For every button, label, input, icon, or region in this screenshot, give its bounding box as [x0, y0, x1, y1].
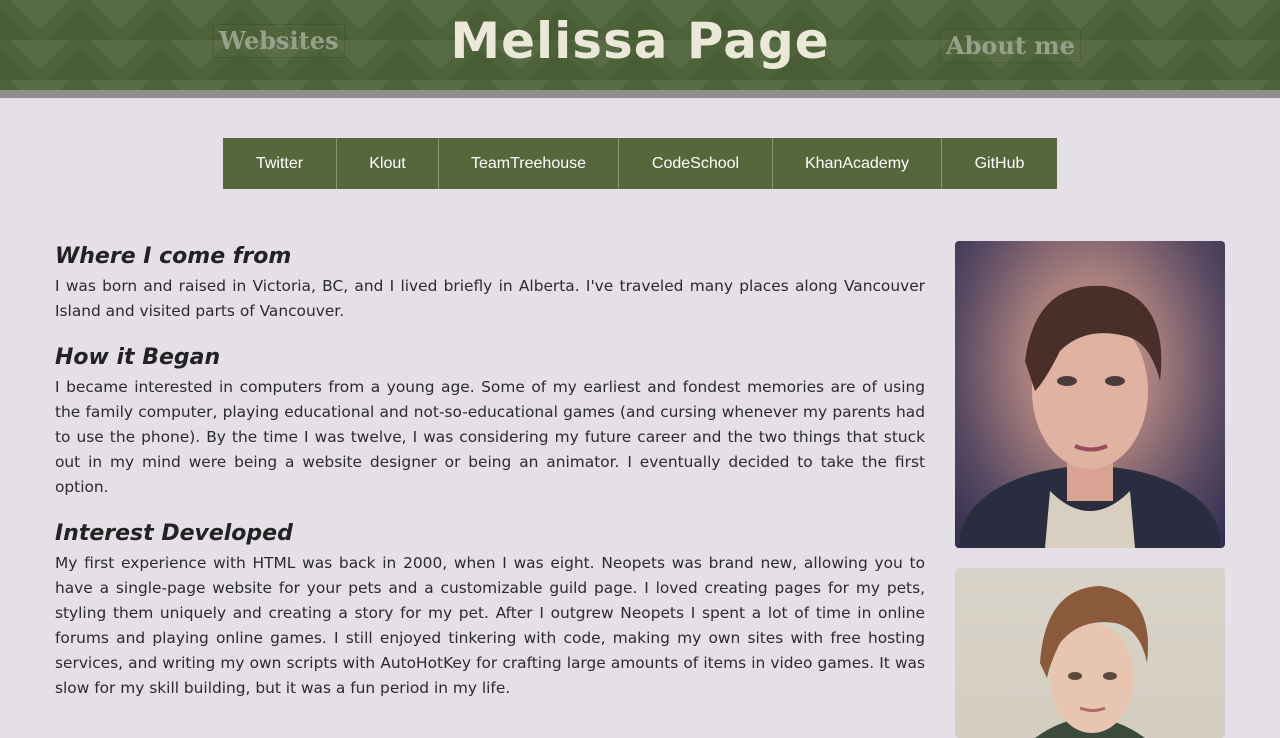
nav-item-teamtreehouse[interactable]: TeamTreehouse [439, 138, 619, 189]
main-content: Where I come from I was born and raised … [55, 240, 925, 718]
site-title: Melissa Page [450, 12, 830, 70]
section-heading: How it Began [55, 345, 221, 370]
section-text: My first experience with HTML was back i… [55, 554, 925, 697]
section-interest-developed: Interest Developed My first experience w… [55, 517, 925, 701]
nav-item-twitter[interactable]: Twitter [223, 138, 337, 189]
section-text: I was born and raised in Victoria, BC, a… [55, 277, 925, 320]
section-how-it-began: How it Began I became interested in comp… [55, 341, 925, 500]
portrait-illustration [960, 285, 1220, 548]
section-heading: Where I come from [55, 244, 292, 269]
section-heading: Interest Developed [55, 521, 293, 546]
nav-item-codeschool[interactable]: CodeSchool [619, 138, 773, 189]
secondary-photo [955, 568, 1225, 738]
header-divider [0, 90, 1280, 98]
portrait-illustration-2 [1035, 586, 1149, 738]
nav-item-klout[interactable]: Klout [337, 138, 439, 189]
nav-item-khanacademy[interactable]: KhanAcademy [773, 138, 942, 189]
section-where-i-come-from: Where I come from I was born and raised … [55, 240, 925, 324]
profile-photo [955, 241, 1225, 548]
section-text: I became interested in computers from a … [55, 378, 925, 496]
nav-item-github[interactable]: GitHub [942, 138, 1057, 189]
social-nav: Twitter Klout TeamTreehouse CodeSchool K… [223, 138, 1057, 189]
about-me-link[interactable]: About me [940, 29, 1081, 63]
